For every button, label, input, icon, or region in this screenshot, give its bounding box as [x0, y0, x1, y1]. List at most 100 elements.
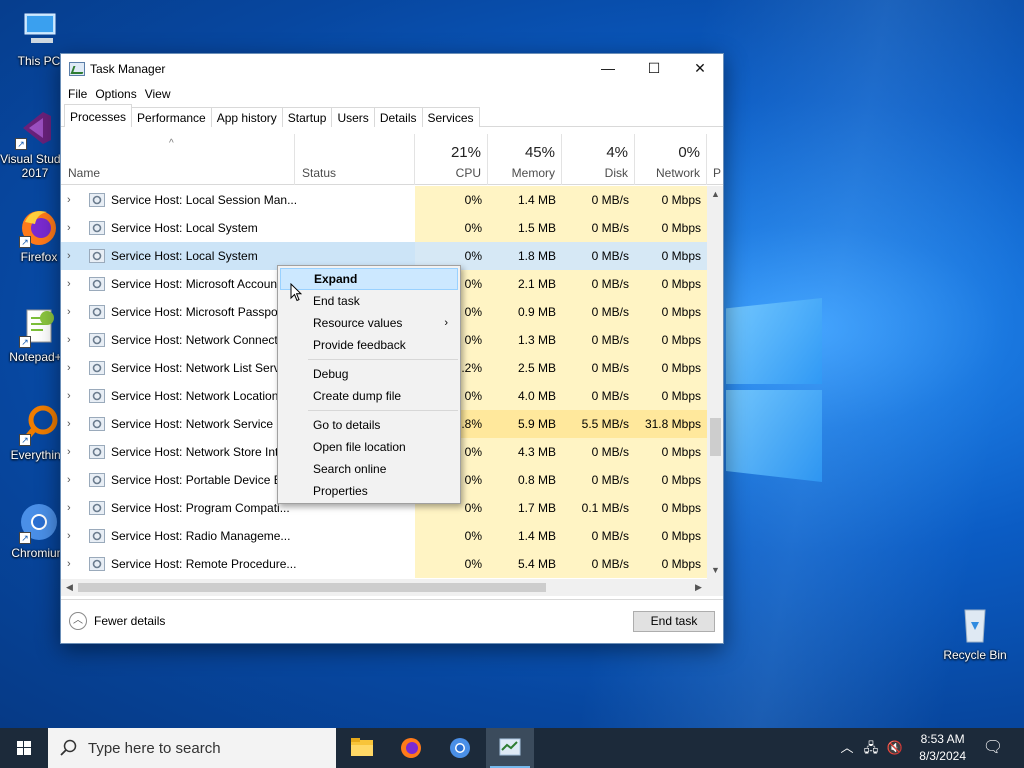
menu-item-expand[interactable]: Expand [280, 268, 458, 290]
volume-muted-icon[interactable]: 🔇 [884, 728, 906, 768]
scroll-right-icon[interactable]: ▶ [690, 579, 707, 596]
column-header-status[interactable]: Status [295, 134, 415, 185]
expand-chevron-icon[interactable]: › [67, 466, 79, 494]
notepadpp-icon: ↗ [17, 304, 61, 348]
close-button[interactable]: ✕ [677, 54, 723, 83]
menu-bar: File Options View [61, 83, 723, 105]
horizontal-scroll-thumb[interactable] [78, 583, 546, 592]
title-bar[interactable]: Task Manager — ☐ ✕ [61, 54, 723, 83]
expand-chevron-icon[interactable]: › [67, 494, 79, 522]
scroll-up-icon[interactable]: ▲ [707, 186, 723, 203]
taskbar-clock[interactable]: 8:53 AM 8/3/2024 [919, 731, 966, 765]
table-row[interactable]: › Service Host: Local System 0% 1.5 MB 0 MB/… [61, 214, 707, 242]
expand-chevron-icon[interactable]: › [67, 298, 79, 326]
column-header-memory[interactable]: 45% Memory [488, 134, 562, 185]
taskbar-firefox[interactable] [387, 728, 435, 768]
tab-details[interactable]: Details [373, 107, 423, 127]
horizontal-scrollbar[interactable]: ◀ ▶ [61, 579, 707, 596]
menu-item-resource-values[interactable]: Resource values › [280, 312, 458, 334]
taskbar-chromium[interactable] [436, 728, 484, 768]
expand-chevron-icon[interactable]: › [67, 354, 79, 382]
scroll-down-icon[interactable]: ▼ [707, 562, 723, 579]
window-title: Task Manager [90, 62, 166, 76]
chromium-icon [450, 738, 470, 758]
vertical-scroll-thumb[interactable] [710, 418, 721, 456]
disk-value: 0 MB/s [562, 522, 635, 550]
tab-users[interactable]: Users [331, 107, 375, 127]
disk-value: 0 MB/s [562, 242, 635, 270]
disk-value: 0 MB/s [562, 382, 635, 410]
expand-chevron-icon[interactable]: › [67, 550, 79, 578]
column-header-cpu[interactable]: 21% CPU [415, 134, 488, 185]
expand-chevron-icon[interactable]: › [67, 270, 79, 298]
tab-startup[interactable]: Startup [281, 107, 333, 127]
expand-chevron-icon[interactable]: › [67, 242, 79, 270]
service-gear-icon [89, 445, 105, 459]
tab-services[interactable]: Services [421, 107, 480, 127]
table-row[interactable]: › Service Host: Local Session Man... 0% 1.4… [61, 186, 707, 214]
menu-item-label: Debug [313, 367, 349, 381]
table-row[interactable]: › Service Host: Radio Manageme... 0% 1.4 MB… [61, 522, 707, 550]
mouse-pointer-icon [290, 283, 302, 302]
service-gear-icon [89, 333, 105, 347]
search-icon [60, 739, 77, 756]
menu-item-end-task[interactable]: End task [280, 290, 458, 312]
expand-chevron-icon[interactable]: › [67, 522, 79, 550]
network-value: 0 Mbps [635, 242, 707, 270]
desktop-icon-recycle-bin[interactable]: Recycle Bin [940, 602, 1010, 662]
scroll-left-icon[interactable]: ◀ [61, 579, 78, 596]
column-header-network[interactable]: 0% Network [635, 134, 707, 185]
menu-item-provide-feedback[interactable]: Provide feedback [280, 334, 458, 356]
process-name: Service Host: Radio Manageme... [111, 529, 291, 543]
expand-chevron-icon[interactable]: › [67, 186, 79, 214]
expand-chevron-icon[interactable]: › [67, 410, 79, 438]
menu-item-create-dump-file[interactable]: Create dump file [280, 385, 458, 407]
action-center-icon[interactable]: 🗨 [976, 728, 1010, 768]
menu-item-properties[interactable]: Properties [280, 480, 458, 502]
vertical-scrollbar[interactable]: ▲ ▼ [707, 186, 723, 579]
tab-processes[interactable]: Processes [64, 104, 133, 127]
network-value: 0 Mbps [635, 550, 707, 578]
menu-item-go-to-details[interactable]: Go to details [280, 414, 458, 436]
menu-item-label: Search online [313, 462, 387, 476]
table-row[interactable]: › Service Host: Remote Procedure... 0% 5.4 … [61, 550, 707, 578]
windows-logo-graphic [726, 290, 822, 490]
minimize-button[interactable]: — [585, 54, 631, 83]
taskbar-file-explorer[interactable] [338, 728, 386, 768]
service-gear-icon [89, 305, 105, 319]
maximize-button[interactable]: ☐ [631, 54, 677, 83]
tab-performance[interactable]: Performance [131, 107, 212, 127]
cpu-value: 0% [415, 522, 488, 550]
memory-value: 5.4 MB [488, 550, 562, 578]
service-gear-icon [89, 389, 105, 403]
memory-value: 1.3 MB [488, 326, 562, 354]
menu-item-open-file-location[interactable]: Open file location [280, 436, 458, 458]
chromium-icon: ↗ [17, 500, 61, 544]
tab-app-history[interactable]: App history [210, 107, 283, 127]
start-button[interactable] [0, 728, 48, 768]
menu-item-search-online[interactable]: Search online [280, 458, 458, 480]
menu-item-debug[interactable]: Debug [280, 363, 458, 385]
expand-chevron-icon[interactable]: › [67, 214, 79, 242]
network-value: 0 Mbps [635, 522, 707, 550]
column-header-extra[interactable]: P [707, 134, 723, 185]
expand-chevron-icon[interactable]: › [67, 326, 79, 354]
network-value: 0 Mbps [635, 466, 707, 494]
menu-view[interactable]: View [144, 87, 178, 101]
network-value: 0 Mbps [635, 438, 707, 466]
disk-value: 0.1 MB/s [562, 494, 635, 522]
folder-icon [351, 738, 373, 756]
expand-chevron-icon[interactable]: › [67, 438, 79, 466]
taskbar-task-manager[interactable] [486, 728, 534, 768]
taskbar-search-box[interactable]: Type here to search [48, 728, 336, 768]
window-footer: ︿ Fewer details End task [61, 599, 723, 644]
column-header-name[interactable]: Name [61, 134, 295, 185]
end-task-button[interactable]: End task [633, 611, 715, 632]
fewer-details-button[interactable]: ︿ Fewer details [69, 612, 165, 630]
expand-chevron-icon[interactable]: › [67, 382, 79, 410]
show-hidden-icons-chevron-icon[interactable]: ︿ [838, 728, 856, 768]
column-header-disk[interactable]: 4% Disk [562, 134, 635, 185]
network-icon[interactable]: 🖧 [860, 728, 882, 768]
menu-options[interactable]: Options [94, 87, 143, 101]
menu-file[interactable]: File [67, 87, 94, 101]
